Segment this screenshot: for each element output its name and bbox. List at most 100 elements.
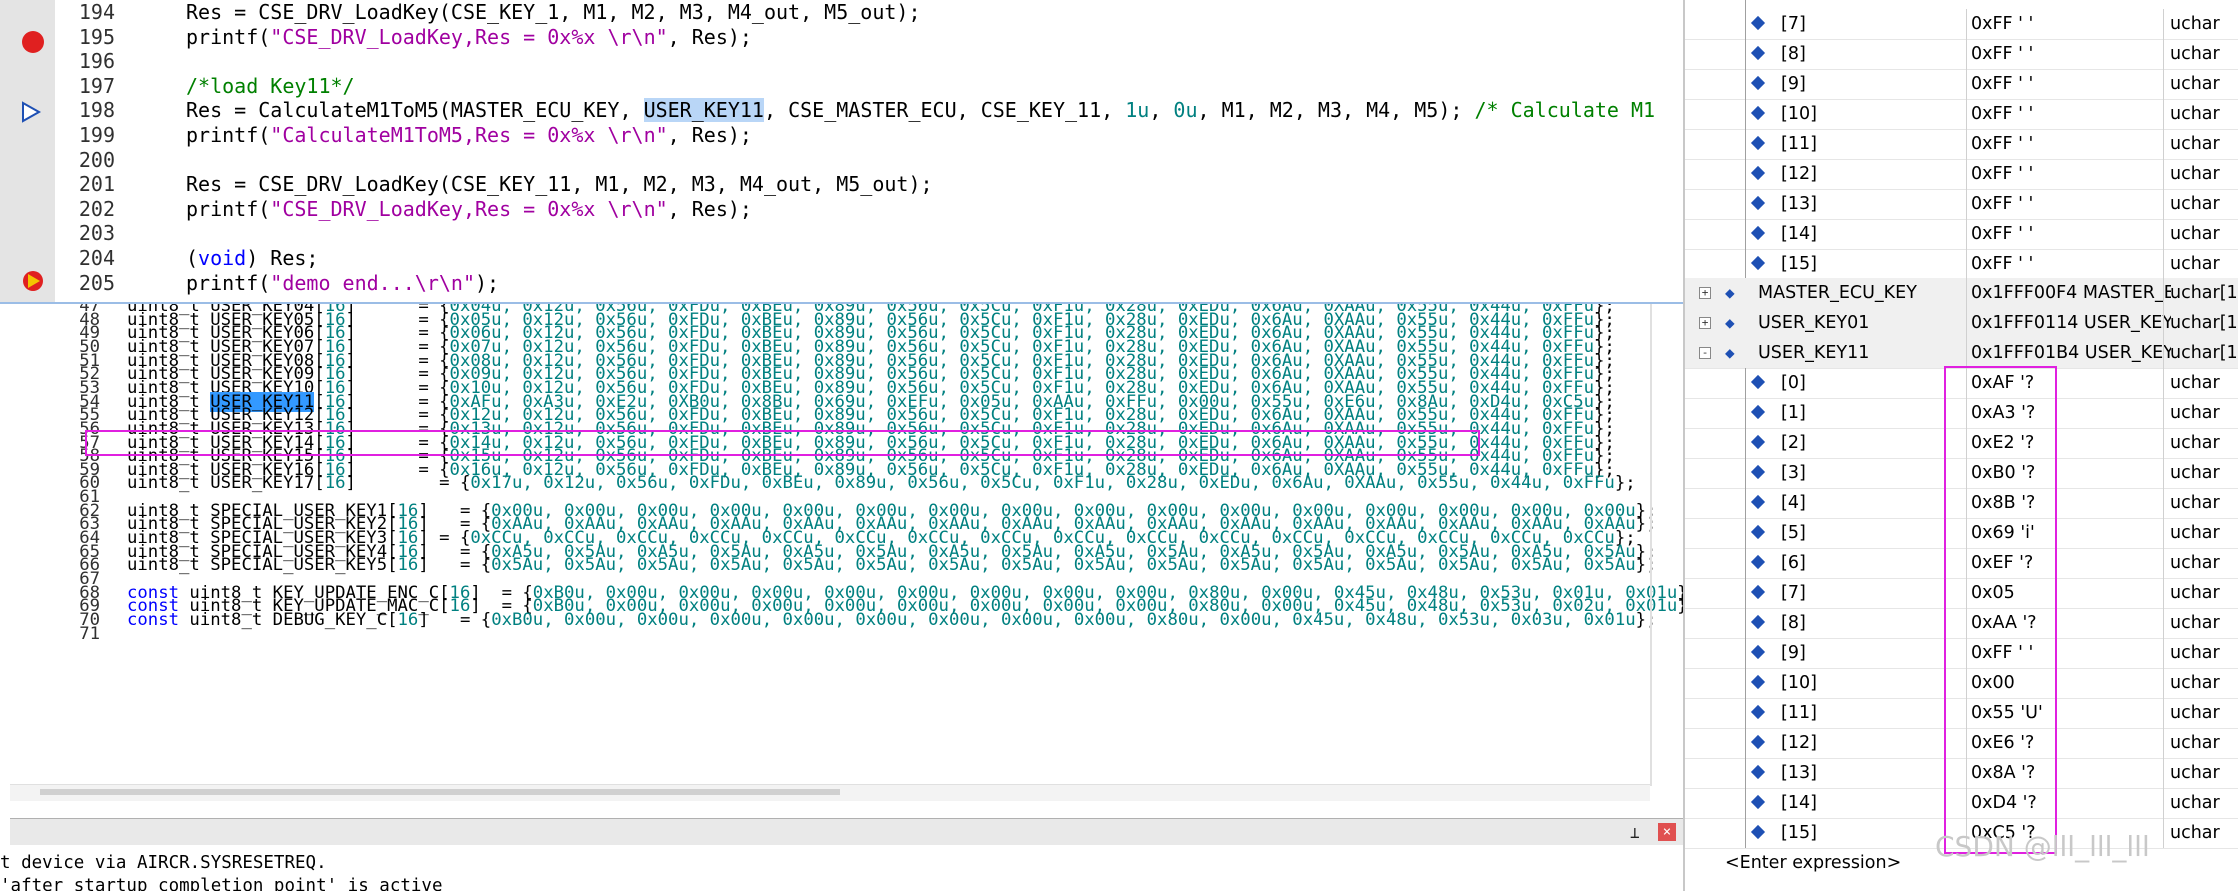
code-token: ( <box>186 246 199 270</box>
watch-type: uchar <box>2163 668 2238 698</box>
code-editor[interactable]: 47 uint8_t USER_KEY04[16] = {0x04u, 0x12u… <box>0 302 1683 786</box>
watch-type: uchar <box>2163 518 2238 548</box>
code-line: 195 printf("CSE_DRV_LoadKey,Res = 0x%x \r… <box>0 25 1683 50</box>
code-token: Res = CalculateM1ToM5(MASTER_ECU_KEY, <box>186 98 644 123</box>
code-token: /*load Key11*/ <box>186 73 355 98</box>
watch-element-row[interactable]: [14] 0xFF ' ' uchar <box>1685 219 2238 250</box>
tree-guide <box>1745 368 1746 848</box>
code-line: 194 Res = CSE_DRV_LoadKey(CSE_KEY_1, M1, … <box>0 0 1683 25</box>
watch-type: uchar <box>2163 9 2238 39</box>
breakpoint-current-icon[interactable] <box>22 270 44 292</box>
watch-value[interactable]: 0xFF ' ' <box>1966 189 2171 219</box>
code-text: Res = CSE_DRV_LoadKey(CSE_KEY_1, M1, M2,… <box>186 0 921 25</box>
watch-type: uchar <box>2163 129 2238 159</box>
variable-icon: ◆ <box>1725 313 1735 332</box>
watch-name: [15] <box>1781 823 1817 843</box>
watch-value[interactable]: 0x1FFF0114 USER_KEY... <box>1966 308 2171 338</box>
code-line: 204 (void) Res; <box>0 246 1683 271</box>
code-token: , Res); <box>667 196 752 221</box>
code-text: printf("CalculateM1ToM5,Res = 0x%x \r\n"… <box>186 123 752 148</box>
watch-name: [14] <box>1781 793 1817 813</box>
watch-value[interactable]: 0xFF ' ' <box>1966 159 2171 189</box>
watermark: CSDN @lll_lll_lll <box>1935 830 2150 863</box>
pin-icon[interactable]: ⊥ <box>1630 823 1640 842</box>
code-line: 71 <box>0 624 1683 645</box>
code-token: 0u <box>1173 98 1198 123</box>
watch-type: uchar <box>2163 578 2238 608</box>
element-icon <box>1750 15 1766 31</box>
watch-type: uchar <box>2163 249 2238 279</box>
expand-icon[interactable]: + <box>1699 317 1711 329</box>
current-line-arrow-icon[interactable] <box>20 101 42 123</box>
horizontal-scrollbar-thumb[interactable] <box>40 789 840 795</box>
watch-type: uchar[16] <box>2163 308 2238 338</box>
code-token: void <box>198 246 247 270</box>
watch-element-row[interactable]: [7] 0xFF ' ' uchar <box>1685 9 2238 40</box>
watch-value[interactable]: 0xFF ' ' <box>1966 129 2171 159</box>
enter-expression[interactable]: <Enter expression> <box>1725 853 1901 873</box>
watch-value[interactable]: 0x1FFF01B4 USER_KEY... <box>1966 338 2171 368</box>
close-icon[interactable]: × <box>1658 823 1676 841</box>
watch-name: USER_KEY11 <box>1758 343 1870 363</box>
code-line: 200 <box>0 148 1683 173</box>
watch-element-row[interactable]: [9] 0xFF ' ' uchar <box>1685 69 2238 100</box>
code-token: "CalculateM1ToM5,Res = 0x%x \r\n" <box>270 123 668 147</box>
element-icon <box>1750 824 1766 840</box>
watch-element-row[interactable]: [12] 0xFF ' ' uchar <box>1685 159 2238 190</box>
watch-name: [15] <box>1781 254 1817 274</box>
line-number: 199 <box>78 123 115 147</box>
output-line: t device via AIRCR.SYSRESETREQ. <box>0 853 327 873</box>
watch-variable-row[interactable]: - ◆ USER_KEY11 0x1FFF01B4 USER_KEY... uchar[… <box>1685 338 2238 369</box>
watch-type: uchar <box>2163 39 2238 69</box>
watch-element-row[interactable]: [11] 0xFF ' ' uchar <box>1685 129 2238 160</box>
watch-variable-row[interactable]: + ◆ MASTER_ECU_KEY 0x1FFF00F4 MASTER_E... uc… <box>1685 278 2238 309</box>
line-number: 205 <box>78 270 115 295</box>
watch-element-row[interactable]: [13] 0xFF ' ' uchar <box>1685 189 2238 220</box>
element-icon <box>1750 75 1766 91</box>
element-icon <box>1750 674 1766 690</box>
watch-value[interactable]: 0xFF ' ' <box>1966 249 2171 279</box>
watch-name: [11] <box>1781 703 1817 723</box>
watch-value[interactable]: 0xFF ' ' <box>1966 99 2171 129</box>
watch-value[interactable]: 0xFF ' ' <box>1966 9 2171 39</box>
element-icon <box>1750 225 1766 241</box>
watch-value[interactable]: 0xFF ' ' <box>1966 219 2171 249</box>
watch-value[interactable]: 0xFF ' ' <box>1966 39 2171 69</box>
code-token: ) Res; <box>246 246 319 270</box>
code-token: , Res); <box>667 123 752 147</box>
variable-icon: ◆ <box>1725 283 1735 302</box>
code-line: 198 Res = CalculateM1ToM5(MASTER_ECU_KEY,… <box>0 98 1683 123</box>
element-icon <box>1750 524 1766 540</box>
variable-icon: ◆ <box>1725 343 1735 362</box>
watch-name: MASTER_ECU_KEY <box>1758 283 1917 303</box>
watch-name: [7] <box>1781 14 1806 34</box>
code-token: printf( <box>186 270 271 295</box>
watch-type: uchar[16] <box>2163 338 2238 368</box>
output-line: 'after startup completion point' is acti… <box>0 876 443 891</box>
watch-name: [1] <box>1781 403 1806 423</box>
code-text: printf("CSE_DRV_LoadKey,Res = 0x%x \r\n"… <box>186 197 752 222</box>
watch-element-row[interactable]: [15] 0xFF ' ' uchar <box>1685 249 2238 280</box>
watch-name: [13] <box>1781 194 1817 214</box>
watch-value[interactable]: 0xFF ' ' <box>1966 69 2171 99</box>
expand-icon[interactable]: + <box>1699 287 1711 299</box>
watch-element-row[interactable]: [10] 0xFF ' ' uchar <box>1685 99 2238 130</box>
element-icon <box>1750 614 1766 630</box>
code-token: , <box>1149 98 1174 123</box>
watch-type: uchar <box>2163 398 2238 428</box>
element-icon <box>1750 45 1766 61</box>
watch-name: [5] <box>1781 523 1806 543</box>
watch-value[interactable]: 0x1FFF00F4 MASTER_E... <box>1966 278 2171 308</box>
line-number: 200 <box>78 147 115 172</box>
collapse-icon[interactable]: - <box>1699 347 1711 359</box>
code-line: 202 printf("CSE_DRV_LoadKey,Res = 0x%x \r… <box>0 197 1683 222</box>
element-icon <box>1750 434 1766 450</box>
watch-variable-row[interactable]: + ◆ USER_KEY01 0x1FFF0114 USER_KEY... uchar[… <box>1685 308 2238 339</box>
watch-type: uchar <box>2163 728 2238 758</box>
watch-name: [12] <box>1781 733 1817 753</box>
element-icon <box>1750 794 1766 810</box>
line-number: 197 <box>78 73 115 98</box>
breakpoint-icon[interactable] <box>22 31 44 53</box>
watch-element-row[interactable]: [8] 0xFF ' ' uchar <box>1685 39 2238 70</box>
element-icon <box>1750 494 1766 510</box>
